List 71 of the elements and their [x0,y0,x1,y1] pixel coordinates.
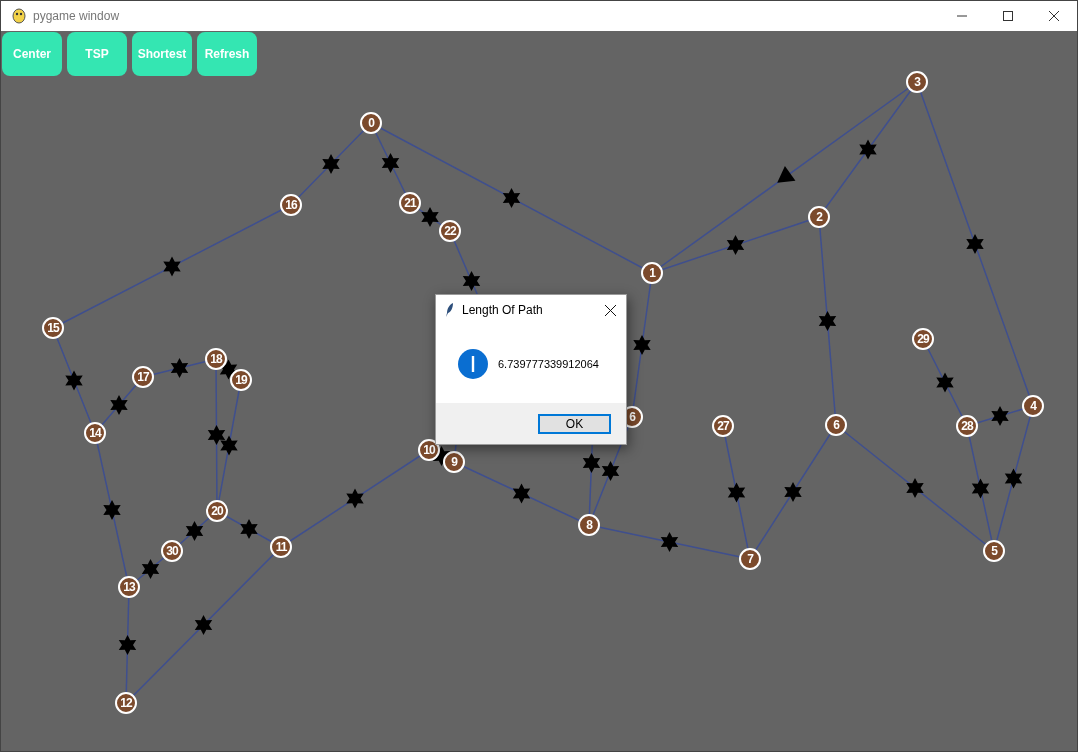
star-marker [381,153,400,173]
star-marker [118,635,137,655]
star-marker [207,425,226,445]
graph-node[interactable]: 29 [912,328,934,350]
star-marker [163,256,181,277]
star-marker [966,234,984,254]
star-marker [65,370,83,391]
close-icon[interactable] [1049,11,1059,21]
star-marker [220,435,238,456]
graph-node[interactable]: 15 [42,317,64,339]
star-marker [421,207,439,227]
star-marker [502,188,521,208]
snake-logo-icon [11,7,27,25]
triangle-marker [777,166,796,183]
close-icon[interactable] [605,304,616,316]
ok-button[interactable]: OK [538,413,611,434]
star-marker [726,235,745,255]
star-marker [512,483,531,504]
star-marker [601,461,620,481]
graph-node[interactable]: 20 [206,500,228,522]
graph-node[interactable]: 2 [808,206,830,228]
graph-node[interactable]: 4 [1022,395,1044,417]
graph-node[interactable]: 14 [84,422,106,444]
graph-node[interactable]: 6 [825,414,847,436]
star-marker [633,335,651,355]
graph-node[interactable]: 28 [956,415,978,437]
window-title: pygame window [33,8,120,25]
star-marker [110,395,128,415]
star-marker [818,311,837,331]
star-marker [141,559,160,579]
graph-node[interactable]: 1 [641,262,663,284]
graph-node[interactable]: 27 [712,415,734,437]
graph-node[interactable]: 7 [739,548,761,570]
graph-node[interactable]: 13 [118,576,140,598]
graph-node[interactable]: 5 [983,540,1005,562]
star-marker [582,453,601,473]
star-marker [660,532,679,552]
graph-node[interactable]: 21 [399,192,421,214]
star-marker [1004,468,1023,489]
graph-node[interactable]: 18 [205,348,227,370]
star-marker [462,271,481,291]
maximize-icon[interactable] [1003,11,1013,21]
graph-node[interactable]: 19 [230,369,252,391]
star-marker [322,154,340,174]
graph-node[interactable]: 16 [280,194,302,216]
star-marker [936,372,954,393]
graph-node[interactable]: 8 [578,514,600,536]
star-marker [991,406,1009,426]
feather-icon [446,303,454,317]
dialog-message: 6.739777339912064 [498,356,599,372]
star-marker [185,521,204,541]
dialog-title: Length Of Path [462,302,544,319]
star-marker [240,519,258,539]
graph-node[interactable]: 11 [270,536,292,558]
star-marker [971,478,990,499]
graph-node[interactable]: 17 [132,366,154,388]
graph-node[interactable]: 9 [443,451,465,473]
star-marker [859,139,877,160]
star-marker [906,478,924,498]
graph-node[interactable]: 0 [360,112,382,134]
info-icon [458,349,488,379]
graph-node[interactable]: 12 [115,692,137,714]
graph-node[interactable]: 30 [161,540,183,562]
star-marker [346,488,364,509]
star-marker [170,358,189,378]
graph-node[interactable]: 3 [906,71,928,93]
star-marker [784,482,802,502]
star-marker [727,482,746,503]
star-marker [103,500,121,520]
star-marker [194,615,213,635]
graph-node[interactable]: 22 [439,220,461,242]
